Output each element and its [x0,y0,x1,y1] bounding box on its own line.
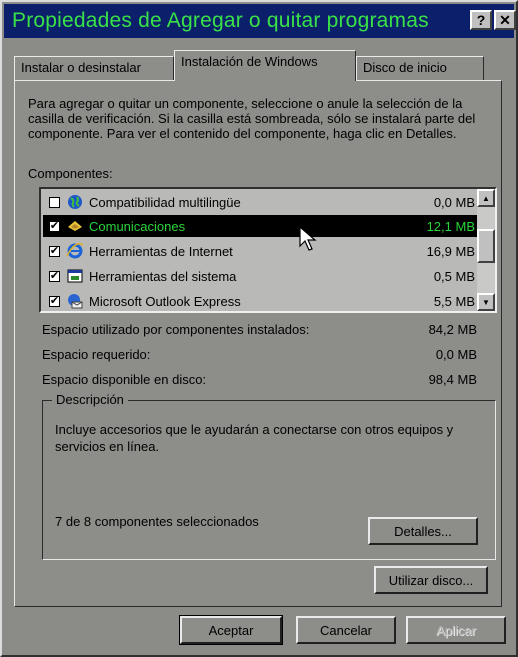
globe-icon [66,193,84,211]
component-checkbox[interactable]: ✔ [49,220,60,232]
tab-install-uninstall[interactable]: Instalar o desinstalar [14,56,174,80]
list-item[interactable]: ✔ Herramientas del sistema 0,5 MB [43,265,479,287]
component-name: Microsoft Outlook Express [89,293,241,309]
selected-count-text: 7 de 8 componentes seleccionados [55,514,259,529]
close-button[interactable]: ✕ [494,10,516,30]
component-name: Herramientas de Internet [89,243,233,259]
title-bar[interactable]: Propiedades de Agregar o quitar programa… [4,4,516,38]
component-size: 12,1 MB [426,218,475,234]
component-checkbox[interactable]: ✔ [49,245,60,257]
mouse-pointer-icon [299,226,317,251]
list-scrollbar[interactable]: ▲ ▼ [477,189,495,311]
component-size: 0,0 MB [433,194,475,210]
tab-startup-disk[interactable]: Disco de inicio [356,56,484,80]
scroll-down-icon[interactable]: ▼ [477,293,495,311]
window-title: Propiedades de Agregar o quitar programa… [12,9,429,32]
scroll-thumb[interactable] [477,229,495,263]
description-title: Descripción [52,392,128,407]
available-space-value: 98,4 MB [428,372,477,387]
description-text: Incluye accesorios que le ayudarán a con… [55,422,454,454]
available-space-label: Espacio disponible en disco: [42,372,207,387]
component-name: Herramientas del sistema [89,268,237,284]
component-checkbox[interactable] [49,196,60,208]
details-button[interactable]: Detalles... [368,517,478,545]
list-item-selected[interactable]: ✔ Comunicaciones 12,1 MB [43,215,479,237]
communications-icon [66,217,84,235]
components-label: Componentes: [28,166,113,181]
scroll-up-icon[interactable]: ▲ [477,189,495,207]
outlook-express-icon [66,292,84,310]
components-list[interactable]: Compatibilidad multilingüe 0,0 MB ✔ Comu… [39,187,497,313]
component-size: 5,5 MB [433,293,475,309]
required-space-value: 0,0 MB [435,347,477,362]
tab-windows-setup[interactable]: Instalación de Windows [174,50,356,81]
component-name: Compatibilidad multilingüe [89,194,241,210]
component-name: Comunicaciones [89,218,186,234]
apply-button[interactable]: Aplicar [406,616,506,644]
system-tools-icon [66,267,84,285]
instructions-text: Para agregar o quitar un componente, sel… [28,96,476,141]
internet-explorer-icon [66,242,84,260]
list-item[interactable]: ✔ Microsoft Outlook Express 5,5 MB [43,290,479,311]
list-item[interactable]: ✔ Herramientas de Internet 16,9 MB [43,240,479,262]
help-button[interactable]: ? [470,10,492,30]
list-item[interactable]: Compatibilidad multilingüe 0,0 MB [43,191,479,213]
cancel-button[interactable]: Cancelar [296,616,396,644]
used-space-label: Espacio utilizado por componentes instal… [42,322,310,337]
required-space-label: Espacio requerido: [42,347,151,362]
component-size: 0,5 MB [433,268,475,284]
use-disk-button[interactable]: Utilizar disco... [374,566,488,594]
used-space-value: 84,2 MB [428,322,477,337]
component-checkbox[interactable]: ✔ [49,270,60,282]
ok-button[interactable]: Aceptar [179,615,283,645]
component-size: 16,9 MB [426,243,475,259]
component-checkbox[interactable]: ✔ [49,295,60,307]
